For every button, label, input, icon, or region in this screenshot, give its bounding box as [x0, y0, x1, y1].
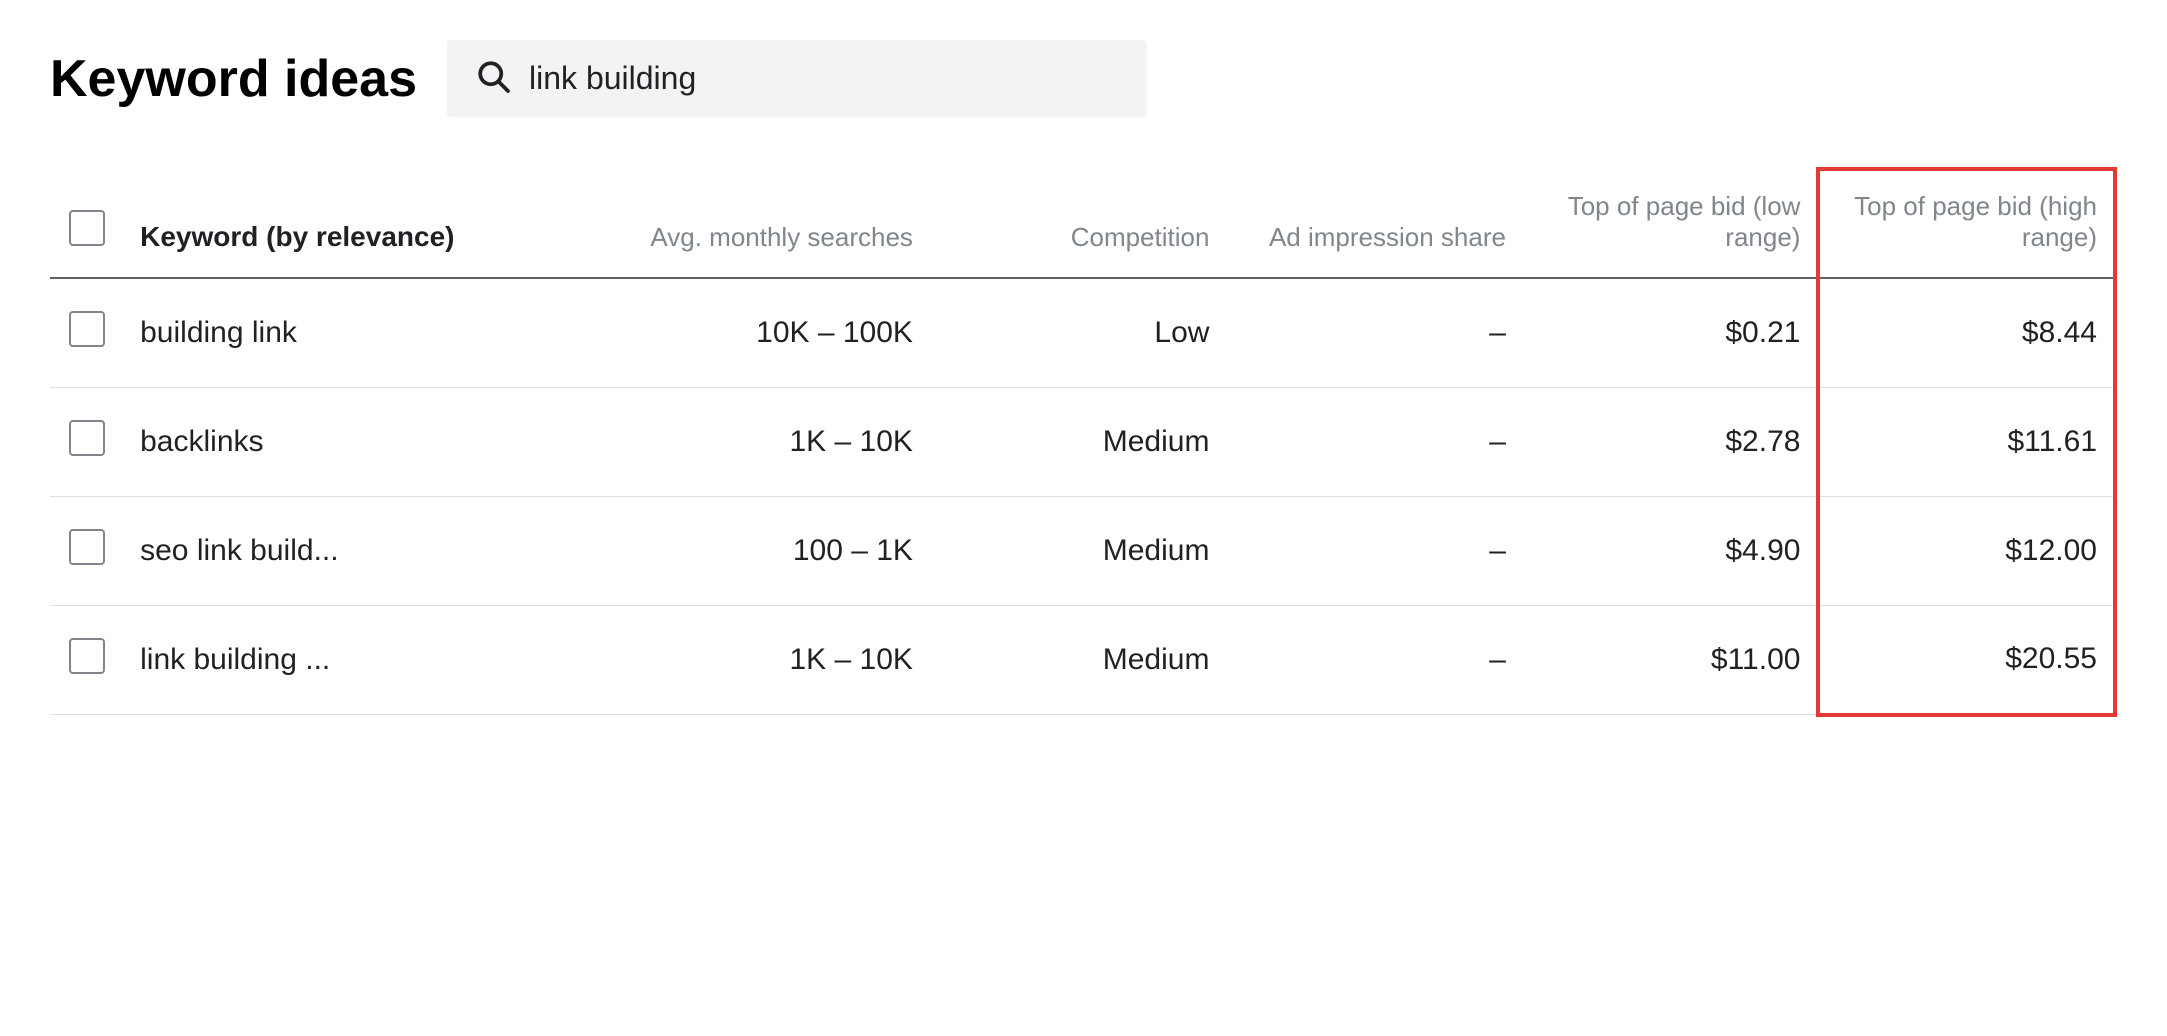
row-competition-2: Medium	[929, 497, 1226, 606]
row-impression-0: –	[1225, 278, 1522, 388]
row-avg-0: 10K – 100K	[527, 278, 929, 388]
table-row: link building ... 1K – 10K Medium – $11.…	[50, 606, 2115, 715]
header-top-low: Top of page bid (low range)	[1522, 169, 1819, 278]
header-keyword-label: Keyword (by relevance)	[140, 221, 454, 252]
row-impression-2: –	[1225, 497, 1522, 606]
row-competition-3: Medium	[929, 606, 1226, 715]
row-avg-3: 1K – 10K	[527, 606, 929, 715]
search-icon	[475, 58, 511, 99]
page-title: Keyword ideas	[50, 49, 417, 109]
table-row: backlinks 1K – 10K Medium – $2.78 $11.61	[50, 388, 2115, 497]
row-top-low-3: $11.00	[1522, 606, 1819, 715]
search-box[interactable]	[447, 40, 1147, 117]
header-ad-impression-label: Ad impression share	[1269, 222, 1506, 252]
row-top-low-0: $0.21	[1522, 278, 1819, 388]
keyword-table: Keyword (by relevance) Avg. monthly sear…	[50, 167, 2117, 717]
row-top-low-2: $4.90	[1522, 497, 1819, 606]
table-header-row: Keyword (by relevance) Avg. monthly sear…	[50, 169, 2115, 278]
row-keyword-1: backlinks	[124, 388, 526, 497]
row-checkbox-1[interactable]	[69, 420, 105, 456]
header-competition-label: Competition	[1071, 222, 1210, 252]
row-avg-1: 1K – 10K	[527, 388, 929, 497]
row-checkbox-2[interactable]	[69, 529, 105, 565]
row-top-low-1: $2.78	[1522, 388, 1819, 497]
header: Keyword ideas	[50, 40, 2117, 117]
header-ad-impression: Ad impression share	[1225, 169, 1522, 278]
row-competition-1: Medium	[929, 388, 1226, 497]
header-avg-monthly-label: Avg. monthly searches	[650, 222, 913, 252]
row-top-high-2: $12.00	[1818, 497, 2115, 606]
row-competition-0: Low	[929, 278, 1226, 388]
header-keyword: Keyword (by relevance)	[124, 169, 526, 278]
row-keyword-3: link building ...	[124, 606, 526, 715]
row-check-3[interactable]	[50, 606, 124, 715]
keyword-table-container: Keyword (by relevance) Avg. monthly sear…	[50, 167, 2117, 717]
row-check-0[interactable]	[50, 278, 124, 388]
header-avg-monthly: Avg. monthly searches	[527, 169, 929, 278]
header-check[interactable]	[50, 169, 124, 278]
row-impression-1: –	[1225, 388, 1522, 497]
row-avg-2: 100 – 1K	[527, 497, 929, 606]
row-check-2[interactable]	[50, 497, 124, 606]
row-keyword-2: seo link build...	[124, 497, 526, 606]
header-top-high-label: Top of page bid (high range)	[1854, 191, 2097, 252]
search-input[interactable]	[529, 60, 1119, 97]
row-top-high-0: $8.44	[1818, 278, 2115, 388]
row-top-high-1: $11.61	[1818, 388, 2115, 497]
header-top-high: Top of page bid (high range)	[1818, 169, 2115, 278]
table-row: seo link build... 100 – 1K Medium – $4.9…	[50, 497, 2115, 606]
row-top-high-3: $20.55	[1818, 606, 2115, 715]
select-all-checkbox[interactable]	[69, 210, 105, 246]
table-row: building link 10K – 100K Low – $0.21 $8.…	[50, 278, 2115, 388]
row-checkbox-0[interactable]	[69, 311, 105, 347]
row-keyword-0: building link	[124, 278, 526, 388]
header-competition: Competition	[929, 169, 1226, 278]
row-checkbox-3[interactable]	[69, 638, 105, 674]
row-check-1[interactable]	[50, 388, 124, 497]
row-impression-3: –	[1225, 606, 1522, 715]
header-top-low-label: Top of page bid (low range)	[1568, 191, 1801, 252]
